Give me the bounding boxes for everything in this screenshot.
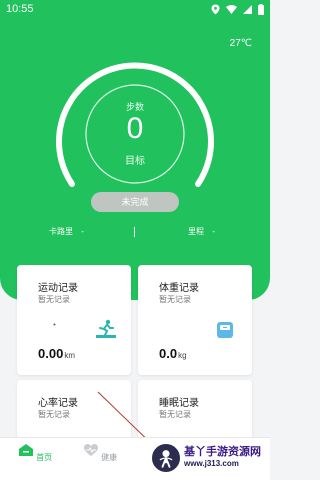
nav-home-label: 首页 — [36, 453, 53, 462]
watermark-url: www.j313.com — [184, 459, 239, 468]
annotation-arrow — [97, 391, 161, 453]
watermark-text: 基丫手游资源网 www.j313.com — [184, 446, 261, 470]
nav-item-health[interactable]: 健康 — [79, 443, 121, 463]
nav-item-home[interactable]: 首页 — [14, 443, 56, 463]
watermark-logo-icon — [150, 442, 182, 474]
site-watermark: 基丫手游资源网 www.j313.com — [150, 438, 268, 478]
watermark-title: 基丫手游资源网 — [184, 446, 261, 458]
home-icon — [18, 444, 33, 456]
nav-health-label: 健康 — [101, 453, 118, 462]
heart-rate-icon — [83, 444, 98, 456]
